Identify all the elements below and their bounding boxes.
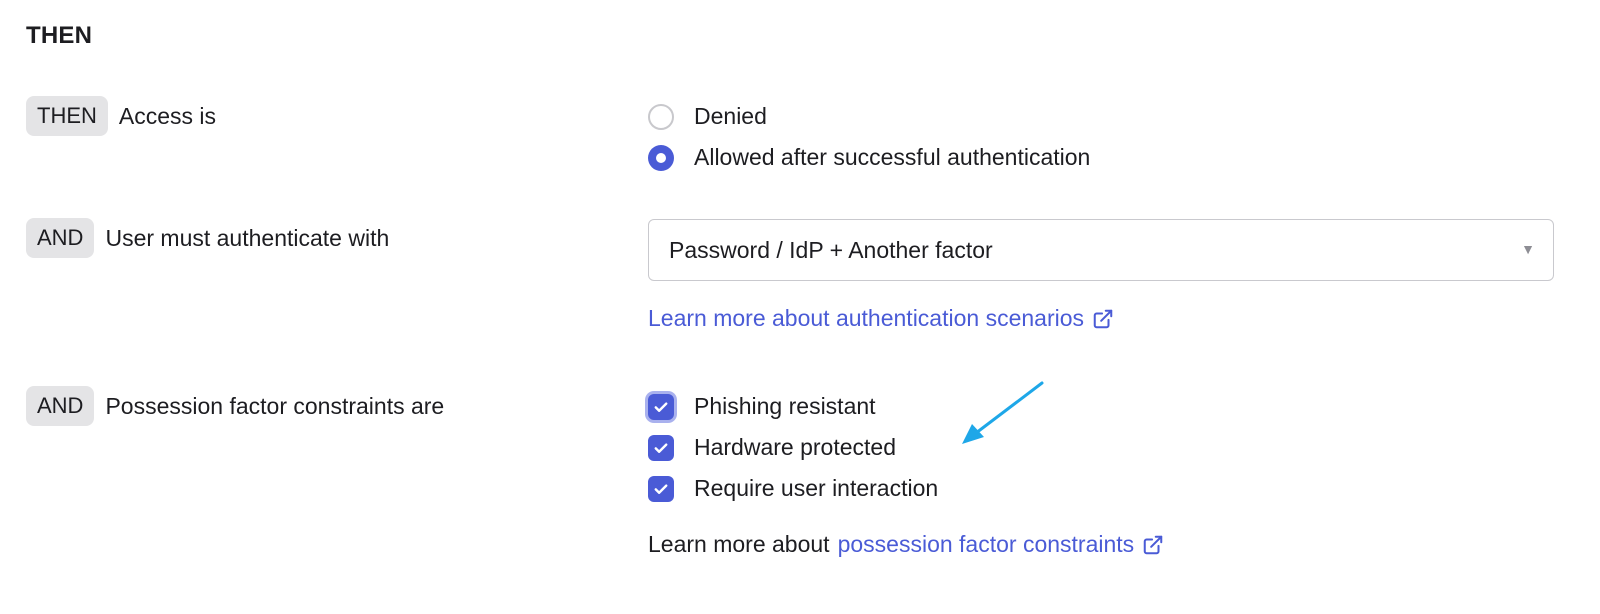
phishing-resistant-label: Phishing resistant	[694, 393, 876, 419]
and-pill: AND	[26, 218, 95, 258]
annotation-arrow-icon	[962, 381, 1044, 444]
possession-constraints-link[interactable]: possession factor constraints	[838, 531, 1135, 558]
chevron-down-icon[interactable]: ▼	[1521, 241, 1535, 257]
auth-label: User must authenticate with	[105, 224, 390, 251]
external-link-icon[interactable]	[1092, 308, 1114, 330]
access-row-label: THEN Access is	[26, 96, 216, 136]
possession-label: Possession factor constraints are	[105, 392, 445, 419]
auth-row-label: AND User must authenticate with	[26, 218, 389, 258]
radio-denied[interactable]: Denied	[648, 103, 767, 130]
radio-allowed-label: Allowed after successful authentication	[694, 144, 1091, 170]
learn-possession-constraints: Learn more about possession factor const…	[648, 531, 1164, 558]
authenticate-with-select[interactable]: Password / IdP + Another factor ▼	[648, 219, 1554, 281]
check-icon[interactable]	[648, 393, 674, 420]
check-icon[interactable]	[648, 434, 674, 461]
require-user-interaction-label: Require user interaction	[694, 475, 939, 501]
learn-prefix: Learn more about	[648, 531, 830, 557]
radio-checked-icon[interactable]	[648, 144, 674, 171]
access-label: Access is	[118, 102, 217, 129]
checkbox-phishing-resistant[interactable]: Phishing resistant	[648, 393, 876, 420]
radio-unchecked-icon[interactable]	[648, 103, 674, 130]
and-pill: AND	[26, 386, 95, 426]
external-link-icon[interactable]	[1142, 534, 1164, 556]
section-title: THEN	[26, 22, 93, 49]
learn-auth-scenarios-link[interactable]: Learn more about authentication scenario…	[648, 305, 1084, 332]
select-value: Password / IdP + Another factor	[669, 236, 993, 263]
hardware-protected-label: Hardware protected	[694, 434, 896, 460]
checkbox-require-user-interaction[interactable]: Require user interaction	[648, 475, 938, 502]
then-pill: THEN	[26, 96, 108, 136]
learn-auth-scenarios[interactable]: Learn more about authentication scenario…	[648, 305, 1114, 332]
check-icon[interactable]	[648, 475, 674, 502]
checkbox-hardware-protected[interactable]: Hardware protected	[648, 434, 896, 461]
radio-allowed[interactable]: Allowed after successful authentication	[648, 144, 1090, 171]
radio-denied-label: Denied	[694, 103, 767, 129]
possession-row-label: AND Possession factor constraints are	[26, 386, 444, 426]
